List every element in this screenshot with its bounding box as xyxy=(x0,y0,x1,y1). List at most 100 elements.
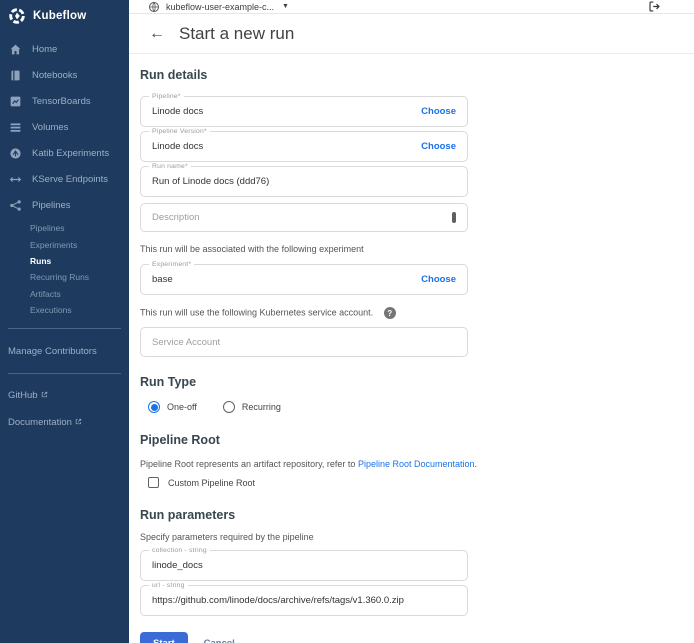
subnav-label: Executions xyxy=(30,305,72,315)
subnav-item-runs[interactable]: Runs xyxy=(30,253,129,269)
external-link-icon xyxy=(41,391,48,398)
notebook-icon xyxy=(9,69,22,82)
sidebar-item-documentation[interactable]: Documentation xyxy=(0,417,129,428)
pipeline-root-description-period: . xyxy=(475,459,478,469)
param-collection-field[interactable]: collection - string xyxy=(140,550,468,581)
description-input[interactable] xyxy=(152,212,452,223)
run-parameters-heading: Run parameters xyxy=(140,508,694,522)
pipeline-version-field[interactable]: Pipeline Version* Choose xyxy=(140,131,468,162)
help-icon[interactable]: ? xyxy=(384,307,396,319)
sidebar-item-tensorboards[interactable]: TensorBoards xyxy=(0,88,129,114)
kubeflow-logo[interactable]: Kubeflow xyxy=(0,0,129,32)
custom-pipeline-root-label: Custom Pipeline Root xyxy=(168,478,255,488)
sidebar-divider xyxy=(8,328,121,329)
app-window: Kubeflow Home Notebooks TensorBoards xyxy=(0,0,694,643)
page-header: ← Start a new run xyxy=(129,14,694,54)
pipelines-subnav: Pipelines Experiments Runs Recurring Run… xyxy=(0,220,129,318)
experiment-choose-link[interactable]: Choose xyxy=(421,274,456,285)
cancel-button[interactable]: Cancel xyxy=(204,638,235,643)
volumes-icon xyxy=(9,121,22,134)
sidebar-item-kserve-endpoints[interactable]: KServe Endpoints xyxy=(0,166,129,192)
manage-contributors-label: Manage Contributors xyxy=(8,346,97,357)
run-name-field-label: Run name* xyxy=(149,163,191,170)
subnav-item-executions[interactable]: Executions xyxy=(30,302,129,318)
sidebar-item-github[interactable]: GitHub xyxy=(0,390,129,401)
experiment-input[interactable] xyxy=(152,274,413,285)
external-link-icon xyxy=(75,418,82,425)
run-type-heading: Run Type xyxy=(140,375,694,389)
home-icon xyxy=(9,43,22,56)
experiment-note: This run will be associated with the fol… xyxy=(140,244,694,254)
run-name-input[interactable] xyxy=(152,176,456,187)
radio-selected-icon[interactable] xyxy=(148,401,160,413)
subnav-item-pipelines[interactable]: Pipelines xyxy=(30,220,129,236)
param-url-input[interactable] xyxy=(152,595,456,606)
subnav-item-experiments[interactable]: Experiments xyxy=(30,236,129,252)
subnav-label: Pipelines xyxy=(30,223,65,233)
subnav-label: Recurring Runs xyxy=(30,272,89,282)
pipeline-input[interactable] xyxy=(152,106,413,117)
sidebar-item-label: Home xyxy=(32,44,57,55)
pipelines-icon xyxy=(9,199,22,212)
run-details-heading: Run details xyxy=(140,68,694,82)
service-account-input[interactable] xyxy=(152,337,456,348)
checkbox-unchecked-icon[interactable] xyxy=(148,477,159,488)
run-name-field[interactable]: Run name* xyxy=(140,166,468,197)
pipeline-field-label: Pipeline* xyxy=(149,93,184,100)
radio-recurring-label: Recurring xyxy=(242,402,281,412)
sidebar-item-label: Katib Experiments xyxy=(32,148,109,159)
pipeline-choose-link[interactable]: Choose xyxy=(421,106,456,117)
experiment-field[interactable]: Experiment* Choose xyxy=(140,264,468,295)
sidebar-divider xyxy=(8,373,121,374)
pipeline-root-description-text: Pipeline Root represents an artifact rep… xyxy=(140,459,358,469)
param-url-field[interactable]: url - string xyxy=(140,585,468,616)
pipeline-version-input[interactable] xyxy=(152,141,413,152)
sidebar-nav: Home Notebooks TensorBoards Volumes xyxy=(0,36,129,318)
sidebar-item-volumes[interactable]: Volumes xyxy=(0,114,129,140)
resize-handle-icon[interactable] xyxy=(452,212,456,223)
sidebar-item-manage-contributors[interactable]: Manage Contributors xyxy=(0,339,129,363)
run-parameters-subtitle: Specify parameters required by the pipel… xyxy=(140,532,694,542)
custom-pipeline-root-option[interactable]: Custom Pipeline Root xyxy=(148,477,694,488)
radio-one-off[interactable]: One-off xyxy=(148,401,197,413)
subnav-item-recurring-runs[interactable]: Recurring Runs xyxy=(30,269,129,285)
subnav-item-artifacts[interactable]: Artifacts xyxy=(30,286,129,302)
logout-button[interactable] xyxy=(648,0,661,13)
experiment-field-label: Experiment* xyxy=(149,261,194,268)
start-button[interactable]: Start xyxy=(140,632,188,643)
sidebar-item-katib-experiments[interactable]: Katib Experiments xyxy=(0,140,129,166)
namespace-selector[interactable]: kubeflow-user-example-c... ▼ xyxy=(148,1,289,13)
pipeline-root-description: Pipeline Root represents an artifact rep… xyxy=(140,459,694,469)
kubeflow-logo-icon xyxy=(8,7,26,25)
github-label: GitHub xyxy=(8,390,38,401)
sidebar-item-label: TensorBoards xyxy=(32,96,91,107)
kserve-icon xyxy=(9,173,22,186)
form-actions: Start Cancel xyxy=(140,632,694,643)
subnav-label: Experiments xyxy=(30,240,77,250)
topbar: kubeflow-user-example-c... ▼ xyxy=(129,0,694,14)
sidebar-item-pipelines[interactable]: Pipelines xyxy=(0,192,129,218)
pipeline-root-heading: Pipeline Root xyxy=(140,433,694,447)
sidebar-item-label: KServe Endpoints xyxy=(32,174,108,185)
subnav-label: Runs xyxy=(30,256,51,266)
globe-icon xyxy=(148,1,160,13)
main-area: kubeflow-user-example-c... ▼ ← Start a n… xyxy=(129,0,694,643)
kubeflow-logo-text: Kubeflow xyxy=(33,10,86,22)
sidebar-item-home[interactable]: Home xyxy=(0,36,129,62)
description-field[interactable] xyxy=(140,203,468,232)
sidebar-item-label: Notebooks xyxy=(32,70,77,81)
logout-icon xyxy=(648,0,661,13)
sidebar-item-label: Pipelines xyxy=(32,200,71,211)
radio-recurring[interactable]: Recurring xyxy=(223,401,281,413)
pipeline-root-doc-link[interactable]: Pipeline Root Documentation xyxy=(358,459,475,469)
radio-unselected-icon[interactable] xyxy=(223,401,235,413)
pipeline-version-choose-link[interactable]: Choose xyxy=(421,141,456,152)
pipeline-field[interactable]: Pipeline* Choose xyxy=(140,96,468,127)
back-arrow-icon[interactable]: ← xyxy=(149,26,165,42)
service-account-field[interactable] xyxy=(140,327,468,357)
tensorboard-icon xyxy=(9,95,22,108)
namespace-value: kubeflow-user-example-c... xyxy=(166,2,274,12)
param-collection-input[interactable] xyxy=(152,560,456,571)
service-account-note: This run will use the following Kubernet… xyxy=(140,307,694,319)
sidebar-item-notebooks[interactable]: Notebooks xyxy=(0,62,129,88)
